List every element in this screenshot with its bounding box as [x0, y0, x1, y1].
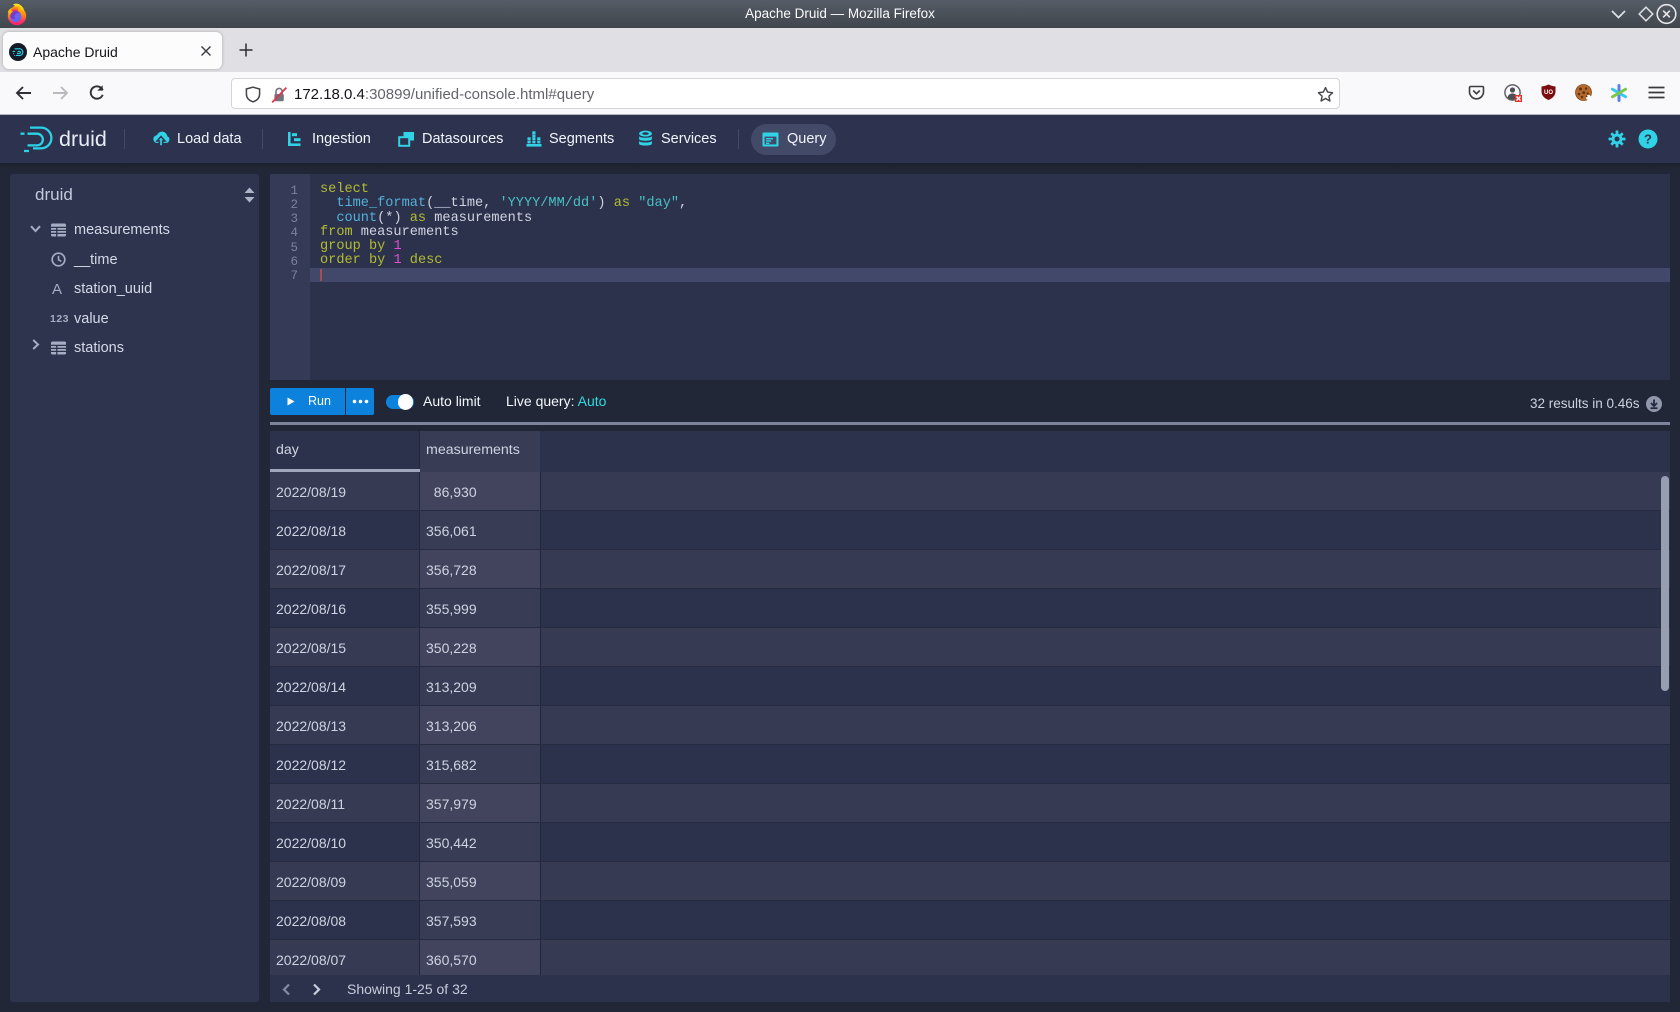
svg-text:?: ? — [1644, 132, 1652, 147]
svg-text:UO: UO — [1544, 90, 1553, 96]
